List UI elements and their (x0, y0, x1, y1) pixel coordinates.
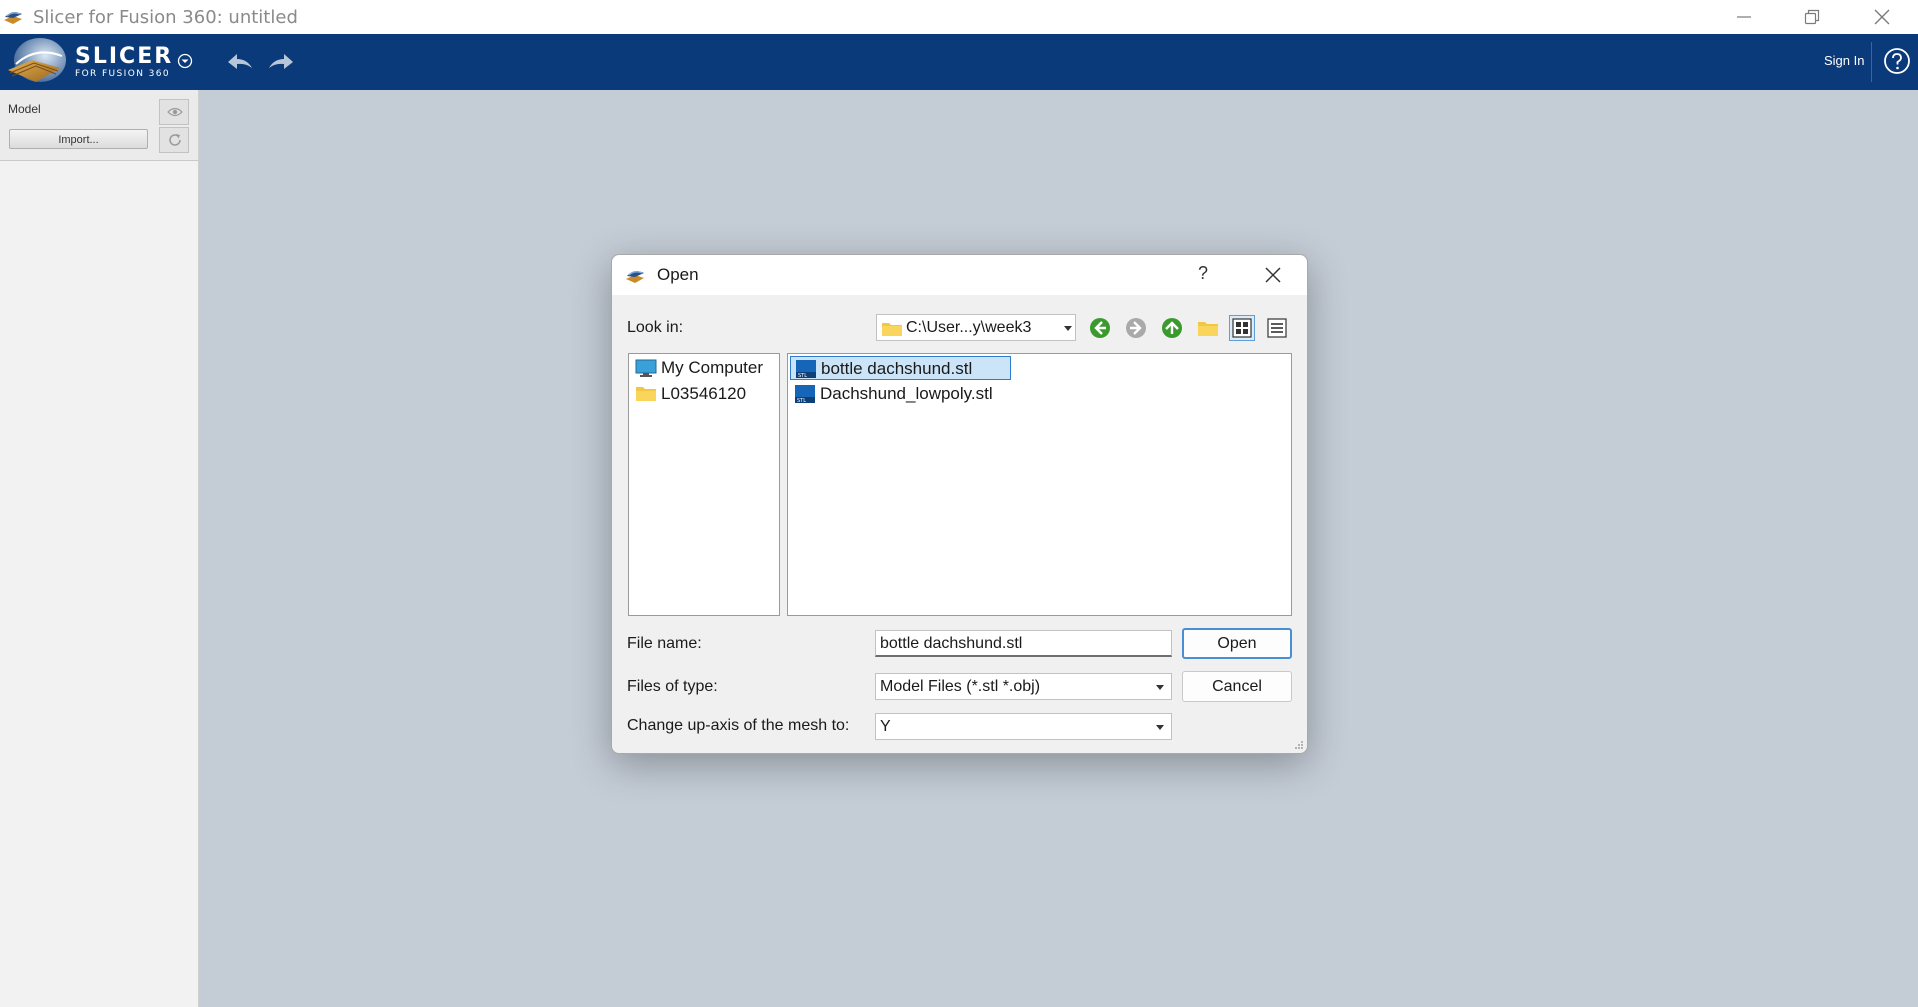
open-dialog: Open ? Look in: C:\User...y\week3 My Com… (611, 254, 1308, 754)
restore-icon (1804, 9, 1820, 25)
list-view-icon (1232, 318, 1252, 338)
minimize-button[interactable] (1716, 0, 1772, 34)
forward-arrow-icon[interactable] (1123, 315, 1149, 341)
place-item-my-computer[interactable]: My Computer (631, 356, 777, 380)
window-title: Slicer for Fusion 360: untitled (33, 7, 298, 28)
caret-down-icon (1064, 326, 1072, 331)
up-axis-select[interactable]: Y (875, 713, 1172, 740)
files-of-type-select[interactable]: Model Files (*.stl *.obj) (875, 673, 1172, 700)
file-name: bottle dachshund.stl (821, 359, 973, 378)
eye-icon (167, 107, 183, 117)
detail-view-button[interactable] (1264, 315, 1290, 341)
look-in-combobox[interactable]: C:\User...y\week3 (876, 314, 1076, 341)
window-titlebar: Slicer for Fusion 360: untitled (0, 0, 1918, 35)
detail-view-icon (1267, 318, 1287, 338)
caret-down-icon (1156, 725, 1164, 730)
dialog-titlebar: Open ? (612, 255, 1307, 295)
cancel-button[interactable]: Cancel (1182, 671, 1292, 702)
app-logo-icon (626, 271, 644, 283)
restore-button[interactable] (1784, 0, 1840, 34)
places-sidebar: My Computer L03546120 (628, 353, 780, 616)
model-section: Model Import... (0, 90, 198, 161)
resize-grip-icon[interactable] (1294, 740, 1304, 750)
dialog-title: Open (657, 265, 699, 284)
stl-file-icon: STL (795, 385, 815, 404)
header-divider (1871, 42, 1872, 82)
slicer-logo-icon (8, 38, 66, 82)
close-window-button[interactable] (1854, 0, 1910, 34)
back-arrow-icon[interactable] (1087, 315, 1113, 341)
files-of-type-label: Files of type: (627, 678, 718, 695)
file-name-label: File name: (627, 635, 702, 652)
file-name: Dachshund_lowpoly.stl (820, 384, 993, 403)
close-icon (1874, 9, 1890, 25)
app-logo-icon (4, 12, 22, 24)
up-axis-label: Change up-axis of the mesh to: (627, 717, 850, 734)
close-icon[interactable] (1263, 265, 1283, 285)
file-name-input[interactable]: bottle dachshund.stl (875, 630, 1172, 657)
file-item-bottle-dachshund[interactable]: STL bottle dachshund.stl (790, 356, 1011, 380)
dialog-help-button[interactable]: ? (1198, 263, 1208, 284)
look-in-label: Look in: (627, 319, 684, 336)
folder-icon (636, 387, 656, 401)
import-button[interactable]: Import... (9, 129, 148, 149)
model-section-label: Model (8, 102, 41, 116)
look-in-value: C:\User...y\week3 (906, 319, 1032, 336)
logo-subtitle: FOR FUSION 360 (75, 69, 170, 79)
stl-file-icon: STL (796, 360, 816, 379)
list-view-button[interactable] (1229, 315, 1255, 341)
logo-text: SLICER (75, 44, 174, 69)
place-label: My Computer (661, 358, 764, 377)
visibility-toggle-button[interactable] (159, 99, 189, 125)
computer-icon (635, 359, 657, 377)
place-item-l03546120[interactable]: L03546120 (631, 382, 777, 406)
up-folder-icon[interactable] (1159, 315, 1185, 341)
caret-down-icon (1156, 685, 1164, 690)
files-of-type-value: Model Files (*.stl *.obj) (880, 678, 1041, 695)
undo-icon[interactable] (225, 48, 255, 76)
up-axis-value: Y (880, 718, 891, 735)
file-item-dachshund-lowpoly[interactable]: STL Dachshund_lowpoly.stl (790, 382, 1020, 406)
redo-icon[interactable] (266, 48, 296, 76)
open-button[interactable]: Open (1182, 628, 1292, 659)
svg-text:STL: STL (797, 398, 806, 404)
svg-text:STL: STL (798, 373, 807, 379)
sign-in-link[interactable]: Sign In (1824, 53, 1864, 68)
file-list: STL bottle dachshund.stl STL Dachshund_l… (787, 353, 1292, 616)
refresh-icon (169, 134, 181, 146)
reload-button[interactable] (159, 127, 189, 153)
new-folder-icon[interactable] (1195, 315, 1221, 341)
app-header: SLICER FOR FUSION 360 Sign In (0, 34, 1918, 90)
minimize-icon (1737, 16, 1751, 18)
place-label: L03546120 (661, 384, 747, 403)
left-panel: Model Import... (0, 90, 199, 1007)
folder-icon (882, 323, 902, 336)
chevron-down-icon[interactable] (176, 52, 194, 70)
help-icon[interactable] (1883, 47, 1911, 75)
